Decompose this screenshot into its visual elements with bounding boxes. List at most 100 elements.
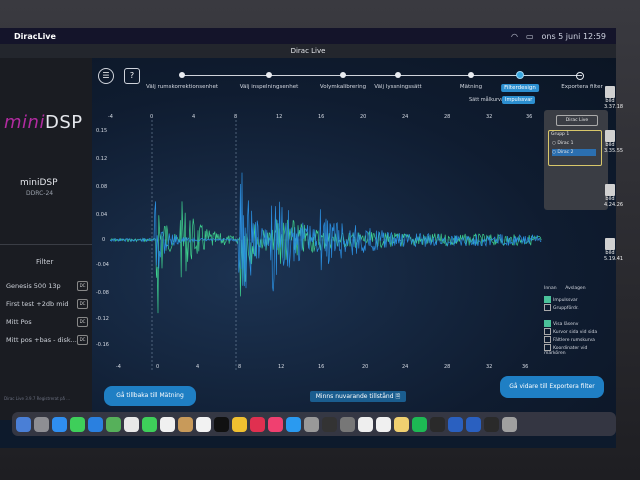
filter-section-title: Filter	[36, 258, 54, 266]
step-dot[interactable]	[266, 72, 272, 78]
music-icon[interactable]	[250, 416, 265, 432]
filter-item[interactable]: Mitt pos +bas - disk... DC	[6, 334, 88, 346]
step-label[interactable]: Mätning	[460, 84, 482, 90]
next-button[interactable]: Gå vidare till Exportera filter	[500, 376, 604, 398]
y-tick: -0.04	[96, 262, 109, 268]
contacts-icon[interactable]	[178, 416, 193, 432]
dock	[12, 412, 616, 436]
step-label-active[interactable]: Filterdesign	[501, 84, 539, 92]
step-dot[interactable]	[340, 72, 346, 78]
legend-panel: Innan Avslagen Impulssvar Gruppfördr. Vi…	[544, 286, 608, 358]
group-item-selected[interactable]: ○ Dirac 2	[552, 149, 596, 156]
help-icon[interactable]: ?	[124, 68, 140, 84]
menu-bar: DiracLive ◠ ▭ ons 5 juni 12:59	[0, 28, 616, 44]
y-tick: -0.08	[96, 290, 109, 296]
desktop-file[interactable]: bild 3.35.55	[604, 130, 623, 154]
step-label[interactable]: Välj lyssningssätt	[374, 84, 421, 90]
appletv-icon[interactable]	[214, 416, 229, 432]
sidebar: miniDSP miniDSP DDRC-24 Filter Genesis 5…	[0, 58, 92, 420]
dc-badge-icon[interactable]: DC	[77, 299, 88, 309]
tab-impulse-response[interactable]: Impulssvar	[502, 96, 536, 104]
step-label[interactable]: Välj rumskorrektionsenhet	[146, 84, 218, 90]
sidebar-divider	[0, 244, 92, 245]
podcasts-icon[interactable]	[268, 416, 283, 432]
y-tick: 0.12	[96, 156, 108, 162]
back-button[interactable]: Gå tillbaka till Mätning	[104, 386, 196, 406]
dirac-icon[interactable]	[448, 416, 463, 432]
launchpad-icon[interactable]	[34, 416, 49, 432]
step-label[interactable]: Exportera filter	[561, 84, 603, 90]
rew-icon-2[interactable]	[484, 416, 499, 432]
desktop-file[interactable]: bild 3.37.18	[604, 86, 623, 110]
script-icon[interactable]	[394, 416, 409, 432]
device-name: miniDSP	[20, 178, 58, 188]
option-checkbox[interactable]: Fältlere rumskurva	[544, 336, 608, 343]
desktop-file[interactable]: bild 5.19.41	[604, 238, 623, 262]
window-titlebar: Dirac Live	[0, 44, 616, 58]
photos-icon[interactable]	[124, 416, 139, 432]
calendar-icon[interactable]	[160, 416, 175, 432]
option-checkbox[interactable]: Kurvor sida vid sida	[544, 328, 608, 335]
battery-icon[interactable]: ▭	[526, 32, 534, 41]
option-checkbox[interactable]: Koordinater vid markören	[544, 344, 608, 356]
output-group-panel: Dirac Live Grupp 1 ○ Dirac 1 ○ Dirac 2	[544, 110, 608, 210]
y-tick: 0.15	[96, 128, 108, 134]
trace-after	[110, 172, 542, 292]
y-tick: -0.12	[96, 316, 109, 322]
option-checkbox[interactable]: Visa läsenv	[544, 320, 608, 327]
step-dot-active[interactable]	[516, 71, 524, 79]
settings-icon[interactable]	[304, 416, 319, 432]
mail-icon[interactable]	[88, 416, 103, 432]
facetime-icon[interactable]	[142, 416, 157, 432]
step-dot[interactable]	[576, 72, 584, 80]
impulse-response-plot[interactable]	[110, 120, 542, 370]
dc-badge-icon[interactable]: DC	[77, 335, 88, 345]
utility-icon[interactable]	[358, 416, 373, 432]
notes-icon[interactable]	[232, 416, 247, 432]
dirac-app-icon[interactable]	[340, 416, 355, 432]
maps-icon[interactable]	[106, 416, 121, 432]
audio-app-icon[interactable]	[322, 416, 337, 432]
group-item[interactable]: ○ Dirac 1	[552, 140, 596, 147]
messages-icon[interactable]	[70, 416, 85, 432]
filter-item[interactable]: First test +2db mid DC	[6, 298, 88, 310]
filter-item[interactable]: Mitt Pos DC	[6, 316, 88, 328]
legend-row[interactable]: Gruppfördr.	[544, 304, 608, 311]
y-tick: 0.04	[96, 212, 108, 218]
trash-icon[interactable]	[502, 416, 517, 432]
step-label[interactable]: Volymkalibrering	[320, 84, 366, 90]
group-box[interactable]: Grupp 1 ○ Dirac 1 ○ Dirac 2	[548, 130, 602, 166]
menu-datetime[interactable]: ons 5 juni 12:59	[542, 32, 607, 41]
reminders-icon[interactable]	[196, 416, 211, 432]
dc-badge-icon[interactable]: DC	[77, 317, 88, 327]
dirac-icon-2[interactable]	[466, 416, 481, 432]
spotify-icon[interactable]	[412, 416, 427, 432]
dirac-live-selector[interactable]: Dirac Live	[556, 115, 598, 126]
step-dot[interactable]	[179, 72, 185, 78]
wifi-icon[interactable]: ◠	[511, 32, 518, 41]
safari-icon[interactable]	[52, 416, 67, 432]
main-panel: ☰ ? Välj rumskorrektionsenhet Välj inspe…	[92, 58, 616, 420]
desktop-file[interactable]: bild 4.24.26	[604, 184, 623, 208]
legend-row[interactable]: Impulssvar	[544, 296, 608, 303]
dc-badge-icon[interactable]: DC	[77, 281, 88, 291]
tab-target-curve[interactable]: Sätt målkurva	[466, 96, 507, 104]
brand-logo: miniDSP	[4, 112, 83, 133]
finder-icon[interactable]	[16, 416, 31, 432]
step-dot[interactable]	[468, 72, 474, 78]
legend-header: Innan Avslagen	[544, 286, 586, 291]
save-icon: 🗎	[395, 393, 401, 400]
chrome-icon[interactable]	[376, 416, 391, 432]
menu-icon[interactable]: ☰	[98, 68, 114, 84]
rew-icon[interactable]	[430, 416, 445, 432]
save-state-button[interactable]: Minns nuvarande tillstånd 🗎	[310, 391, 406, 402]
menu-app-name[interactable]: DiracLive	[14, 32, 56, 41]
appstore-icon[interactable]	[286, 416, 301, 432]
step-dot[interactable]	[395, 72, 401, 78]
group-label: Grupp 1	[551, 132, 570, 137]
version-footer: Dirac Live 3.9.7 Registrerat på ...	[4, 396, 71, 401]
window-title: Dirac Live	[290, 47, 326, 55]
filter-item[interactable]: Genesis 500 13p DC	[6, 280, 88, 292]
device-model: DDRC-24	[26, 190, 54, 197]
step-label[interactable]: Välj inspelningsenhet	[240, 84, 299, 90]
